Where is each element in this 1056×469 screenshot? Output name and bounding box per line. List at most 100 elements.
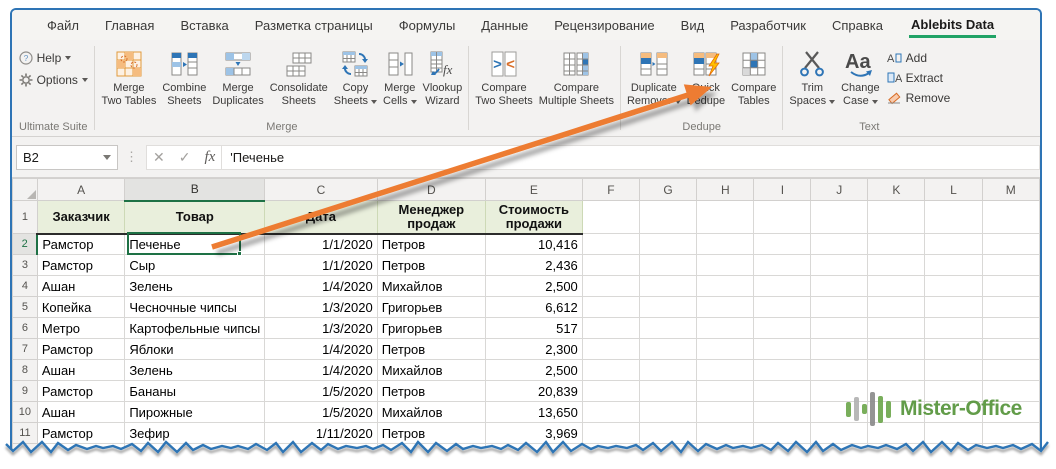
cell[interactable] — [697, 201, 754, 234]
formula-bar-drag-handle[interactable]: ⋮ — [118, 149, 146, 165]
enter-icon[interactable]: ✓ — [179, 149, 191, 166]
cell[interactable]: Рамстор — [37, 444, 124, 455]
cell[interactable]: Рамстор — [37, 234, 124, 255]
cell[interactable] — [925, 234, 982, 255]
cell[interactable]: Рамстор — [37, 255, 124, 276]
combine-sheets-button[interactable]: CombineSheets — [159, 43, 209, 108]
cell[interactable]: Игнатьев — [377, 444, 485, 455]
cell[interactable] — [697, 444, 754, 455]
merge-duplicates-button[interactable]: MergeDuplicates — [209, 43, 266, 108]
cell[interactable]: Рамстор — [37, 381, 124, 402]
cell[interactable] — [868, 297, 925, 318]
cell[interactable] — [697, 234, 754, 255]
cell[interactable]: Рамстор — [37, 423, 124, 444]
cell[interactable] — [982, 255, 1039, 276]
cell[interactable]: Петров — [377, 423, 485, 444]
cell[interactable]: Михайлов — [377, 360, 485, 381]
cell[interactable] — [811, 360, 868, 381]
cell[interactable] — [754, 339, 811, 360]
cell[interactable]: Пирожные — [125, 402, 265, 423]
column-header-L[interactable]: L — [925, 179, 982, 201]
cell[interactable] — [868, 444, 925, 455]
cell[interactable]: 3,969 — [485, 423, 582, 444]
cell[interactable]: Зелень — [125, 360, 265, 381]
cell[interactable] — [868, 339, 925, 360]
cell[interactable]: Дата — [265, 201, 377, 234]
cell[interactable]: Петров — [377, 255, 485, 276]
row-header-3[interactable]: 3 — [13, 255, 38, 276]
cell[interactable]: Сыр — [125, 255, 265, 276]
cell[interactable]: 1/1/2020 — [265, 234, 377, 255]
cell[interactable]: Бананы — [125, 381, 265, 402]
cell[interactable] — [697, 255, 754, 276]
cell[interactable] — [697, 402, 754, 423]
cell[interactable]: Григорьев — [377, 297, 485, 318]
cell[interactable] — [754, 255, 811, 276]
insert-function-icon[interactable]: fx — [204, 149, 215, 166]
cell[interactable] — [811, 339, 868, 360]
cell[interactable] — [639, 297, 696, 318]
cell[interactable] — [697, 423, 754, 444]
cell[interactable]: Зелень — [125, 276, 265, 297]
cell[interactable] — [868, 381, 925, 402]
cell[interactable]: Копейка — [37, 297, 124, 318]
cell[interactable] — [639, 423, 696, 444]
help-button[interactable]: ? Help — [19, 51, 88, 65]
tab-data[interactable]: Данные — [468, 10, 541, 40]
cell[interactable]: 20,839 — [485, 381, 582, 402]
cell[interactable]: Яблоки — [125, 339, 265, 360]
cell[interactable] — [582, 318, 639, 339]
cell[interactable] — [582, 339, 639, 360]
cell[interactable]: Рыба — [125, 444, 265, 455]
cell[interactable] — [582, 234, 639, 255]
cell[interactable] — [982, 402, 1039, 423]
cell[interactable] — [639, 402, 696, 423]
cell[interactable] — [982, 381, 1039, 402]
cell[interactable] — [697, 318, 754, 339]
row-header-6[interactable]: 6 — [13, 318, 38, 339]
row-header-2[interactable]: 2 — [13, 234, 38, 255]
cell[interactable] — [582, 255, 639, 276]
tab-home[interactable]: Главная — [92, 10, 167, 40]
cell[interactable] — [982, 201, 1039, 234]
cell[interactable] — [868, 201, 925, 234]
compare-tables-button[interactable]: CompareTables — [728, 43, 779, 108]
cell[interactable]: 2,300 — [485, 339, 582, 360]
cell[interactable] — [811, 381, 868, 402]
cell[interactable] — [754, 234, 811, 255]
copy-sheets-button[interactable]: CopySheets — [331, 43, 380, 108]
cell[interactable]: 1/5/2020 — [265, 402, 377, 423]
cell[interactable] — [925, 255, 982, 276]
row-header-9[interactable]: 9 — [13, 381, 38, 402]
consolidate-sheets-button[interactable]: ConsolidateSheets — [267, 43, 331, 108]
cell[interactable] — [582, 381, 639, 402]
cell[interactable]: 1/3/2020 — [265, 318, 377, 339]
cell[interactable] — [582, 423, 639, 444]
cell[interactable]: 2,436 — [485, 255, 582, 276]
cell[interactable]: Григорьев — [377, 318, 485, 339]
cell[interactable] — [754, 381, 811, 402]
tab-help[interactable]: Справка — [819, 10, 896, 40]
cell[interactable]: Петров — [377, 339, 485, 360]
cell[interactable]: Михайлов — [377, 276, 485, 297]
cell[interactable] — [811, 201, 868, 234]
duplicate-remover-button[interactable]: DuplicateRemover — [624, 43, 684, 108]
cell[interactable]: Петров — [377, 234, 485, 255]
cell[interactable] — [639, 360, 696, 381]
cell[interactable] — [982, 444, 1039, 455]
cell[interactable]: 1/4/2020 — [265, 339, 377, 360]
tab-view[interactable]: Вид — [668, 10, 718, 40]
cell[interactable] — [811, 423, 868, 444]
cell[interactable] — [925, 339, 982, 360]
cell[interactable]: 2,500 — [485, 360, 582, 381]
cell[interactable] — [811, 318, 868, 339]
cell[interactable] — [811, 276, 868, 297]
cell[interactable] — [811, 234, 868, 255]
cell[interactable] — [982, 360, 1039, 381]
cell[interactable]: 1/11/2020 — [265, 423, 377, 444]
cell[interactable] — [697, 297, 754, 318]
cell[interactable]: 1/5/2020 — [265, 381, 377, 402]
cell[interactable] — [582, 276, 639, 297]
cell[interactable] — [982, 297, 1039, 318]
cell[interactable]: 6,612 — [485, 297, 582, 318]
